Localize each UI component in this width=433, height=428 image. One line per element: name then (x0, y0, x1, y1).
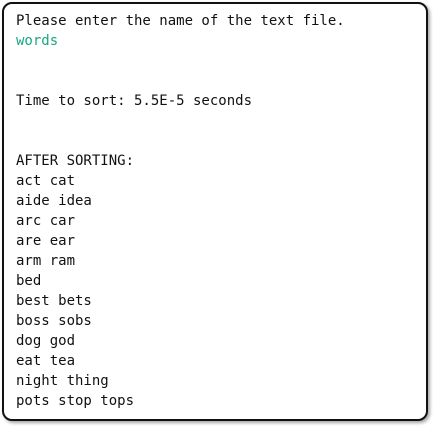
result-line: arc car (16, 213, 76, 229)
result-line: act cat (16, 173, 76, 189)
result-line: best bets (16, 293, 92, 309)
results-list: act cat aide idea arc car are ear arm ra… (16, 171, 426, 411)
result-line: arm ram (16, 253, 76, 269)
result-line: aide idea (16, 193, 92, 209)
result-line: are ear (16, 233, 76, 249)
result-line: dog god (16, 333, 76, 349)
result-line: pots stop tops (16, 393, 135, 409)
console-output-panel: Please enter the name of the text file. … (2, 2, 428, 421)
prompt-text: Please enter the name of the text file. (16, 13, 345, 29)
result-line: boss sobs (16, 313, 92, 329)
timing-text: Time to sort: 5.5E-5 seconds (16, 93, 253, 109)
user-input-text: words (16, 33, 59, 49)
results-header: AFTER SORTING: (16, 153, 135, 169)
result-line: night thing (16, 373, 109, 389)
result-line: eat tea (16, 353, 76, 369)
result-line: bed (16, 273, 42, 289)
